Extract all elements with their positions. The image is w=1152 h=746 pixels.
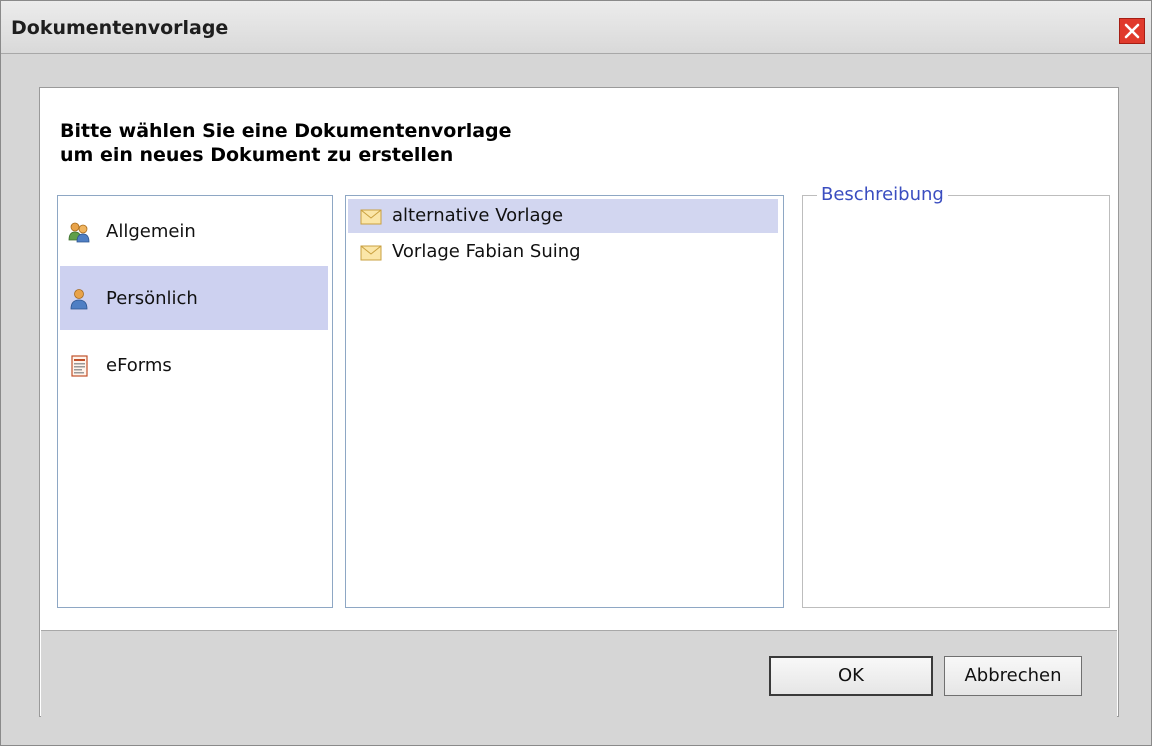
category-label: Persönlich [106, 288, 198, 309]
cancel-button[interactable]: Abbrechen [944, 656, 1082, 696]
instruction-line-1: Bitte wählen Sie eine Dokumentenvorlage [60, 120, 512, 142]
button-bar: OK Abbrechen [41, 630, 1117, 717]
window-title: Dokumentenvorlage [11, 17, 229, 39]
description-panel: Beschreibung [802, 184, 1110, 608]
ok-button[interactable]: OK [769, 656, 933, 696]
template-label: Vorlage Fabian Suing [392, 241, 581, 262]
instruction-line-2: um ein neues Dokument zu erstellen [60, 144, 454, 166]
category-item-persoenlich[interactable]: Persönlich [60, 266, 328, 330]
group-icon [68, 222, 90, 243]
template-list: alternative Vorlage Vorlage Fabian Suing [345, 195, 784, 608]
category-item-allgemein[interactable]: Allgemein [60, 199, 328, 263]
description-legend: Beschreibung [817, 184, 948, 205]
envelope-icon [360, 209, 382, 225]
close-icon [1124, 23, 1140, 39]
person-icon [70, 289, 88, 310]
template-dialog: Dokumentenvorlage Bitte wählen Sie eine … [0, 0, 1152, 746]
close-button[interactable] [1119, 18, 1145, 44]
envelope-icon [360, 245, 382, 261]
category-item-eforms[interactable]: eForms [60, 333, 328, 397]
template-label: alternative Vorlage [392, 205, 564, 226]
category-label: eForms [106, 355, 172, 376]
template-item[interactable]: Vorlage Fabian Suing [348, 235, 778, 269]
category-label: Allgemein [106, 221, 196, 242]
form-icon [71, 355, 88, 377]
category-list: Allgemein Persönlich eForms [57, 195, 333, 608]
title-bar[interactable]: Dokumentenvorlage [1, 1, 1151, 54]
content-area: Bitte wählen Sie eine Dokumentenvorlage … [39, 87, 1119, 717]
instruction-heading: Bitte wählen Sie eine Dokumentenvorlage … [60, 119, 512, 167]
template-item[interactable]: alternative Vorlage [348, 199, 778, 233]
